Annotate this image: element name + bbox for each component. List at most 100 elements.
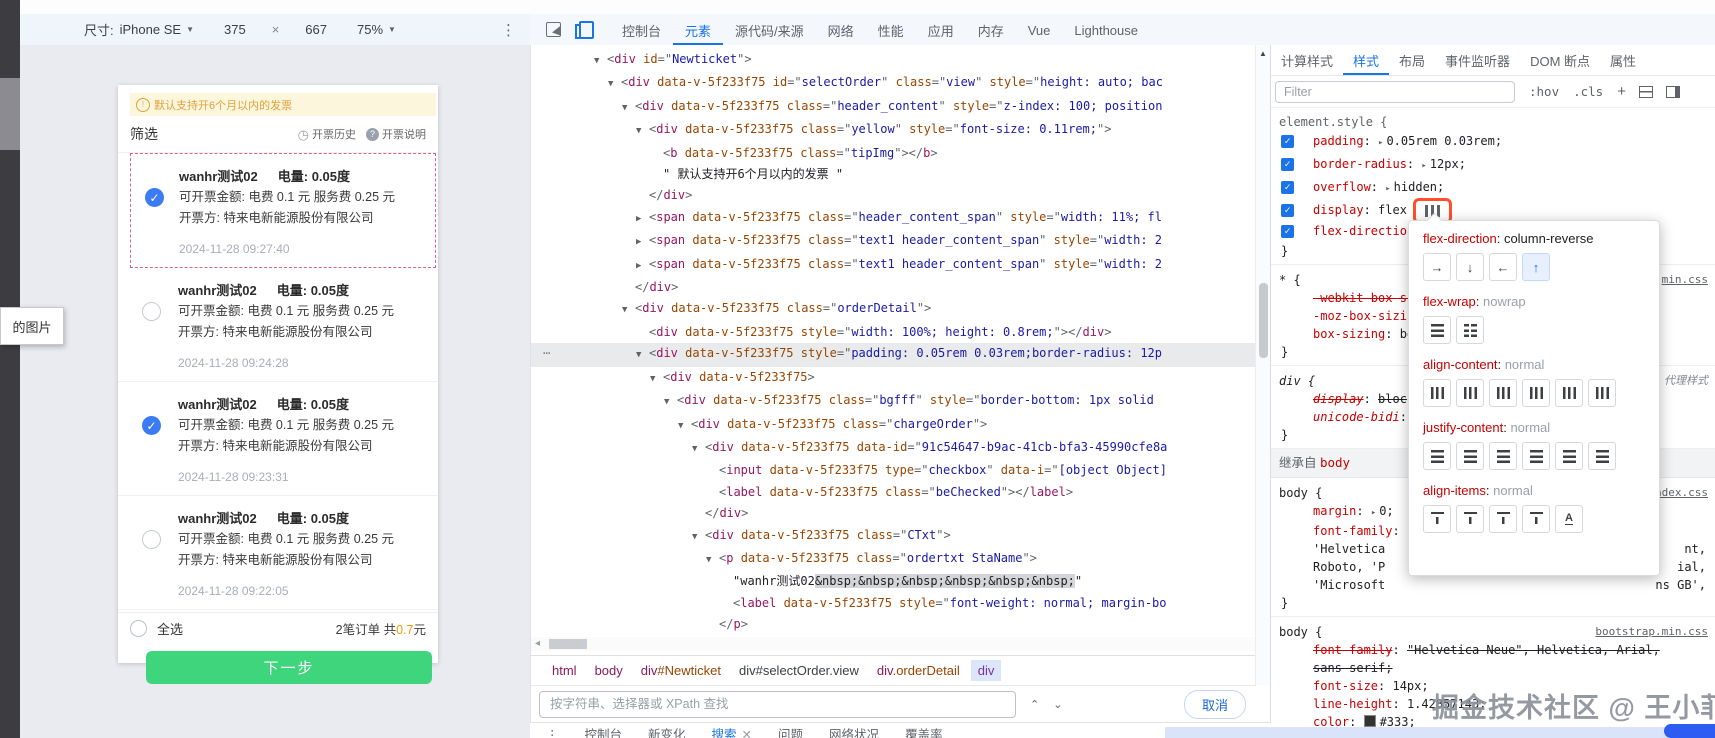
breadcrumb-item[interactable]: body [588,660,630,681]
invoice-history-link[interactable]: ◷ 开票历史 [298,126,356,142]
order-item[interactable]: wanhr测试02电量: 0.05度可开票金额: 电费 0.1 元 服务费 0.… [118,496,438,610]
drawer-tab-新变化[interactable]: 新变化 [648,723,686,738]
dom-tree-line[interactable]: ▼<div data-v-5f233f75 class="CTxt"> [531,525,1256,548]
dom-tree-line[interactable]: </p> [531,614,1256,635]
dom-tree-line[interactable]: ▼<div id="Newticket"> [531,49,1256,72]
expanded-arrow-icon[interactable]: ▼ [622,98,635,119]
device-select[interactable]: iPhone SE [120,22,181,37]
style-property[interactable]: font-family: "Helvetica Neue", Helvetica… [1279,641,1710,659]
styles-tab-事件监听器[interactable]: 事件监听器 [1435,45,1520,75]
breadcrumb-item[interactable]: div.orderDetail [870,660,967,681]
expanded-arrow-icon[interactable]: ▼ [636,121,649,142]
drawer-tab-覆盖率[interactable]: 覆盖率 [905,723,943,738]
color-swatch[interactable] [1364,715,1376,727]
sidebar-layout-icon[interactable] [1666,86,1680,98]
expanded-arrow-icon[interactable]: ▼ [650,369,663,390]
devtools-tab-性能[interactable]: 性能 [866,15,916,45]
element-classes-button[interactable]: .cls [1573,84,1603,99]
breadcrumb-item[interactable]: div#selectOrder.view [732,660,866,681]
cancel-button[interactable]: 取消 [1184,690,1246,719]
flex-direction-column-reverse-button[interactable]: ↑ [1522,253,1550,281]
stylesheet-link[interactable]: 代理样式 [1664,372,1708,390]
zoom-select[interactable]: 75% [357,22,383,37]
horizontal-scrollbar[interactable]: ◂ [531,637,1256,651]
rail-scrollbar-thumb[interactable] [0,78,20,150]
drawer-tab-问题[interactable]: 问题 [778,723,803,738]
property-checkbox[interactable]: ✓ [1281,135,1294,148]
styles-filter-input[interactable] [1275,81,1515,103]
find-next-icon[interactable]: ⌄ [1053,698,1062,711]
styles-tab-属性[interactable]: 属性 [1600,45,1646,75]
device-height-field[interactable]: 667 [305,22,327,37]
property-checkbox[interactable]: ✓ [1281,158,1294,171]
align-content-flex-end-button[interactable] [1489,379,1517,407]
align-content-stretch-button[interactable] [1588,379,1616,407]
property-checkbox[interactable]: ✓ [1281,204,1294,217]
expanded-arrow-icon[interactable]: ▼ [692,439,705,460]
dom-tree-line[interactable]: </div> [531,277,1256,298]
dom-tree-line[interactable]: <div data-v-5f233f75 style="width: 100%;… [531,322,1256,343]
expand-arrow-icon[interactable]: ▸ [1378,138,1383,148]
flex-direction-column-button[interactable]: ↓ [1456,253,1484,281]
align-items-stretch-button[interactable] [1522,505,1550,533]
dom-tree-line[interactable]: <b data-v-5f233f75 class="tipImg"></b> [531,143,1256,164]
dom-tree-line[interactable]: ▼<div data-v-5f233f75 class="header_cont… [531,96,1256,119]
styles-tab-DOM 断点[interactable]: DOM 断点 [1520,45,1600,75]
device-toolbar-toggle-icon[interactable] [579,21,594,39]
dom-tree-line[interactable]: " 默认支持开6个月以内的发票 " [531,164,1256,185]
align-content-space-around-button[interactable] [1555,379,1583,407]
dom-tree-line[interactable]: ▼<div data-v-5f233f75 class="orderDetail… [531,298,1256,321]
justify-content-flex-start-button[interactable] [1456,442,1484,470]
flex-direction-row-reverse-button[interactable]: ← [1489,253,1517,281]
align-items-flex-end-button[interactable] [1489,505,1517,533]
dom-tree-line[interactable]: ▶<span data-v-5f233f75 class="text1 head… [531,230,1256,253]
order-checked-radio[interactable]: ✓ [145,188,164,207]
dom-tree-line[interactable]: ▼<div data-v-5f233f75> [531,367,1256,390]
grid-overlay-icon[interactable] [1639,86,1653,98]
order-item[interactable]: wanhr测试02电量: 0.05度可开票金额: 电费 0.1 元 服务费 0.… [118,268,438,382]
expand-arrow-icon[interactable]: ▸ [1421,161,1426,171]
hscrollbar-thumb[interactable] [549,639,587,649]
breadcrumb-item[interactable]: div [971,660,1002,681]
select-all-radio[interactable] [130,620,147,637]
dom-tree-line[interactable]: ▼<p data-v-5f233f75 class="ordertxt StaN… [531,548,1256,571]
flex-wrap-wrap-button[interactable] [1456,316,1484,344]
dom-tree-line[interactable]: ▼<div data-v-5f233f75 data-id="91c54647-… [531,437,1256,460]
invoice-help-link[interactable]: ? 开票说明 [366,126,426,142]
expand-arrow-icon[interactable]: ▸ [1385,184,1390,194]
expanded-arrow-icon[interactable]: ▼ [692,527,705,548]
flex-wrap-nowrap-button[interactable] [1423,316,1451,344]
justify-content-center-button[interactable] [1423,442,1451,470]
scroll-left-arrow-icon[interactable]: ◂ [535,637,540,651]
order-checked-radio[interactable]: ✓ [142,416,161,435]
collapsed-arrow-icon[interactable]: ▶ [636,232,649,253]
devtools-tab-内存[interactable]: 内存 [966,15,1016,45]
drawer-menu-icon[interactable]: ⋮ [546,723,559,738]
inspect-element-icon[interactable] [546,22,561,37]
find-previous-icon[interactable]: ⌃ [1030,698,1039,711]
justify-content-space-between-button[interactable] [1522,442,1550,470]
align-items-center-button[interactable] [1423,505,1451,533]
devtools-tab-元素[interactable]: 元素 [673,15,723,45]
dom-tree-line[interactable]: ▼<div data-v-5f233f75 class="yellow" sty… [531,119,1256,142]
justify-content-space-evenly-button[interactable] [1588,442,1616,470]
devtools-tab-源代码/来源[interactable]: 源代码/来源 [723,15,816,45]
style-property[interactable]: 'Microsoftns GB', [1279,576,1710,594]
property-checkbox[interactable]: ✓ [1281,181,1294,194]
devtools-tab-Lighthouse[interactable]: Lighthouse [1062,17,1150,43]
expanded-arrow-icon[interactable]: ▼ [608,74,621,95]
styles-tab-样式[interactable]: 样式 [1343,45,1389,75]
toggle-element-state-button[interactable]: :hov [1529,84,1559,99]
dom-tree-line[interactable]: <label data-v-5f233f75 class="beChecked"… [531,482,1256,503]
expand-arrow-icon[interactable]: ▸ [1371,508,1376,518]
justify-content-space-around-button[interactable] [1555,442,1583,470]
align-content-flex-start-button[interactable] [1456,379,1484,407]
devtools-tab-Vue[interactable]: Vue [1016,17,1063,43]
justify-content-flex-end-button[interactable] [1489,442,1517,470]
breadcrumb-item[interactable]: div#Newticket [634,660,728,681]
expanded-arrow-icon[interactable]: ▼ [678,416,691,437]
stylesheet-link[interactable]: bootstrap.min.css [1595,623,1708,641]
expanded-arrow-icon[interactable]: ▼ [594,51,607,72]
find-input[interactable] [539,691,1016,718]
order-item[interactable]: ✓wanhr测试02电量: 0.05度可开票金额: 电费 0.1 元 服务费 0… [118,382,438,496]
